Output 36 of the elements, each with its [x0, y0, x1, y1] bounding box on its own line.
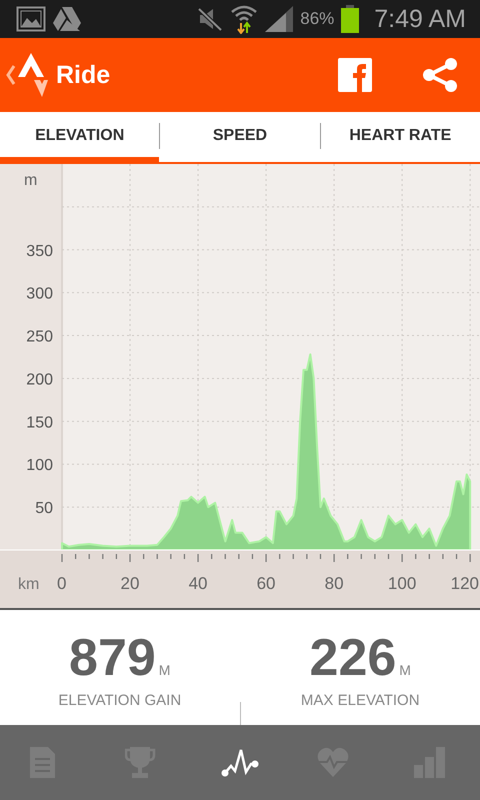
clock-time: 7:49 AM [374, 4, 466, 34]
mute-icon [196, 6, 224, 32]
wifi-icon [230, 4, 258, 34]
axis-tick-label: 300 [26, 286, 53, 303]
axis-tick-label: 150 [26, 414, 53, 432]
axis-tick-label: 50 [35, 500, 53, 518]
axis-tick-label: 100 [26, 457, 53, 474]
triangle-logo-icon [52, 6, 82, 32]
screen-title: Ride [56, 60, 110, 90]
axis-tick-label: 0 [57, 574, 66, 593]
battery-icon [340, 5, 360, 33]
stat-value: 226 [310, 632, 396, 684]
axis-tick-label: 200 [26, 371, 53, 388]
battery-percentage: 86% [300, 9, 334, 29]
back-button[interactable] [6, 53, 48, 97]
arrows-logo-icon [18, 53, 48, 97]
axis-tick-label: 250 [26, 328, 53, 346]
stat-label: ELEVATION GAIN [58, 692, 182, 709]
axis-tick-label: 80 [324, 574, 344, 593]
stat-label: MAX ELEVATION [300, 692, 420, 709]
facebook-icon[interactable] [338, 58, 372, 92]
share-icon[interactable] [422, 58, 458, 92]
axis-tick-label: 20 [120, 574, 140, 593]
chevron-left-icon [6, 64, 16, 86]
y-axis-unit: m [24, 172, 38, 189]
x-axis-unit: km [18, 576, 40, 593]
signal-icon [264, 5, 294, 33]
axis-tick-label: 350 [26, 242, 53, 260]
axis-tick-label: 60 [256, 574, 276, 593]
stat-unit: M [158, 662, 170, 678]
axis-tick-label: 120 [450, 574, 479, 593]
stat-value: 879 [69, 632, 156, 684]
axis-tick-label: 100 [388, 574, 416, 593]
axis-tick-label: 40 [188, 574, 208, 593]
image-icon [16, 6, 46, 32]
stat-unit: M [399, 662, 411, 678]
